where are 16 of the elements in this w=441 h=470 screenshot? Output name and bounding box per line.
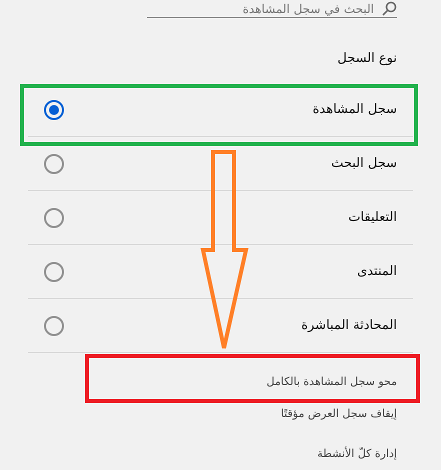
search-field[interactable]: البحث في سجل المشاهدة xyxy=(147,0,397,18)
action-link[interactable]: محو سجل المشاهدة بالكامل xyxy=(266,366,397,398)
log-type-option[interactable]: المحادثة المباشرة xyxy=(28,299,413,353)
section-title: نوع السجل xyxy=(336,51,397,68)
radio-button[interactable] xyxy=(44,154,64,174)
log-type-option[interactable]: المنتدى xyxy=(28,245,413,299)
search-icon xyxy=(382,2,396,16)
log-type-option[interactable]: سجل المشاهدة xyxy=(28,83,413,137)
log-type-option[interactable]: سجل البحث xyxy=(28,137,413,191)
action-link[interactable]: إدارة كلّ الأنشطة xyxy=(317,438,397,470)
radio-button[interactable] xyxy=(44,100,64,120)
radio-button[interactable] xyxy=(44,262,64,282)
radio-button[interactable] xyxy=(44,208,64,228)
radio-button[interactable] xyxy=(44,316,64,336)
action-link[interactable]: إيقاف سجل العرض مؤقتًا xyxy=(280,398,397,430)
log-type-option[interactable]: التعليقات xyxy=(28,191,413,245)
